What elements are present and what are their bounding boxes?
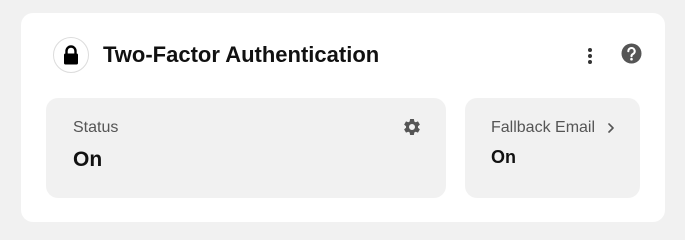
help-button[interactable] (620, 42, 642, 64)
fallback-email-value: On (491, 147, 516, 167)
status-label: Status (73, 119, 119, 136)
two-factor-card: Two-Factor Authentication Status On Fall… (21, 13, 665, 222)
gear-icon[interactable] (402, 117, 422, 137)
status-tile: Status On (46, 98, 446, 198)
fallback-email-label: Fallback Email (491, 119, 596, 136)
status-value: On (73, 148, 103, 171)
fallback-email-tile[interactable]: Fallback Email On (465, 98, 640, 198)
more-vertical-icon (588, 48, 592, 64)
lock-icon (53, 37, 89, 73)
help-circle-icon (621, 43, 641, 63)
more-options-button[interactable] (580, 43, 600, 69)
chevron-right-icon (608, 123, 614, 133)
card-title: Two-Factor Authentication (103, 42, 380, 67)
